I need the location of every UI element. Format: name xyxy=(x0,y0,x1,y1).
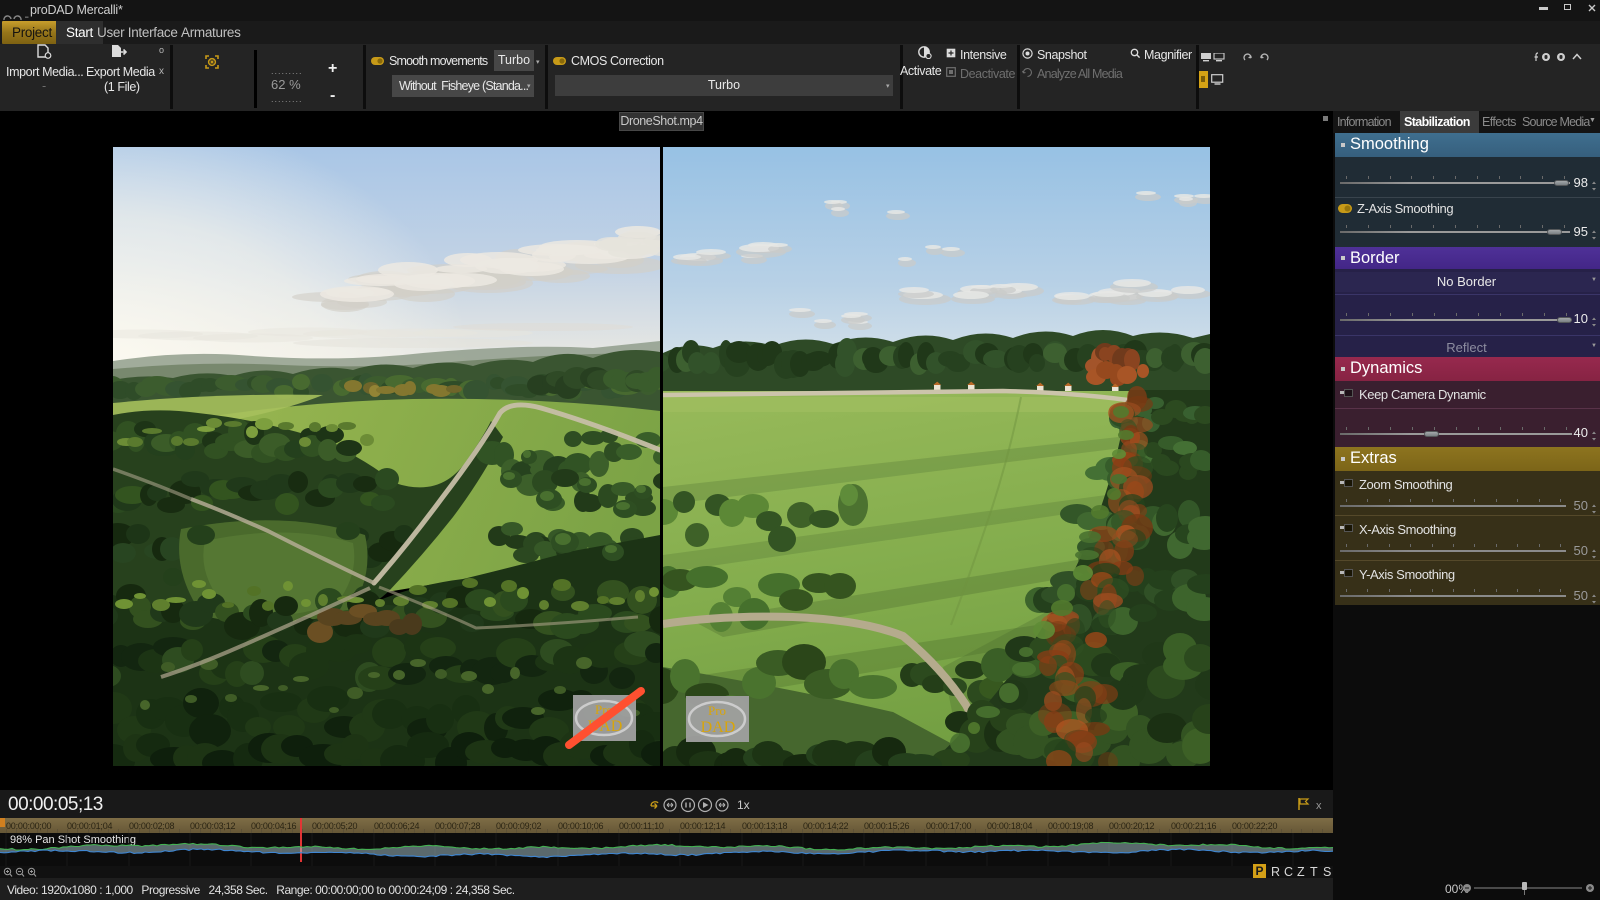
svg-text:1x: 1x xyxy=(737,798,750,812)
svg-text:DAD: DAD xyxy=(701,719,736,736)
svg-text:Pro: Pro xyxy=(708,703,726,718)
